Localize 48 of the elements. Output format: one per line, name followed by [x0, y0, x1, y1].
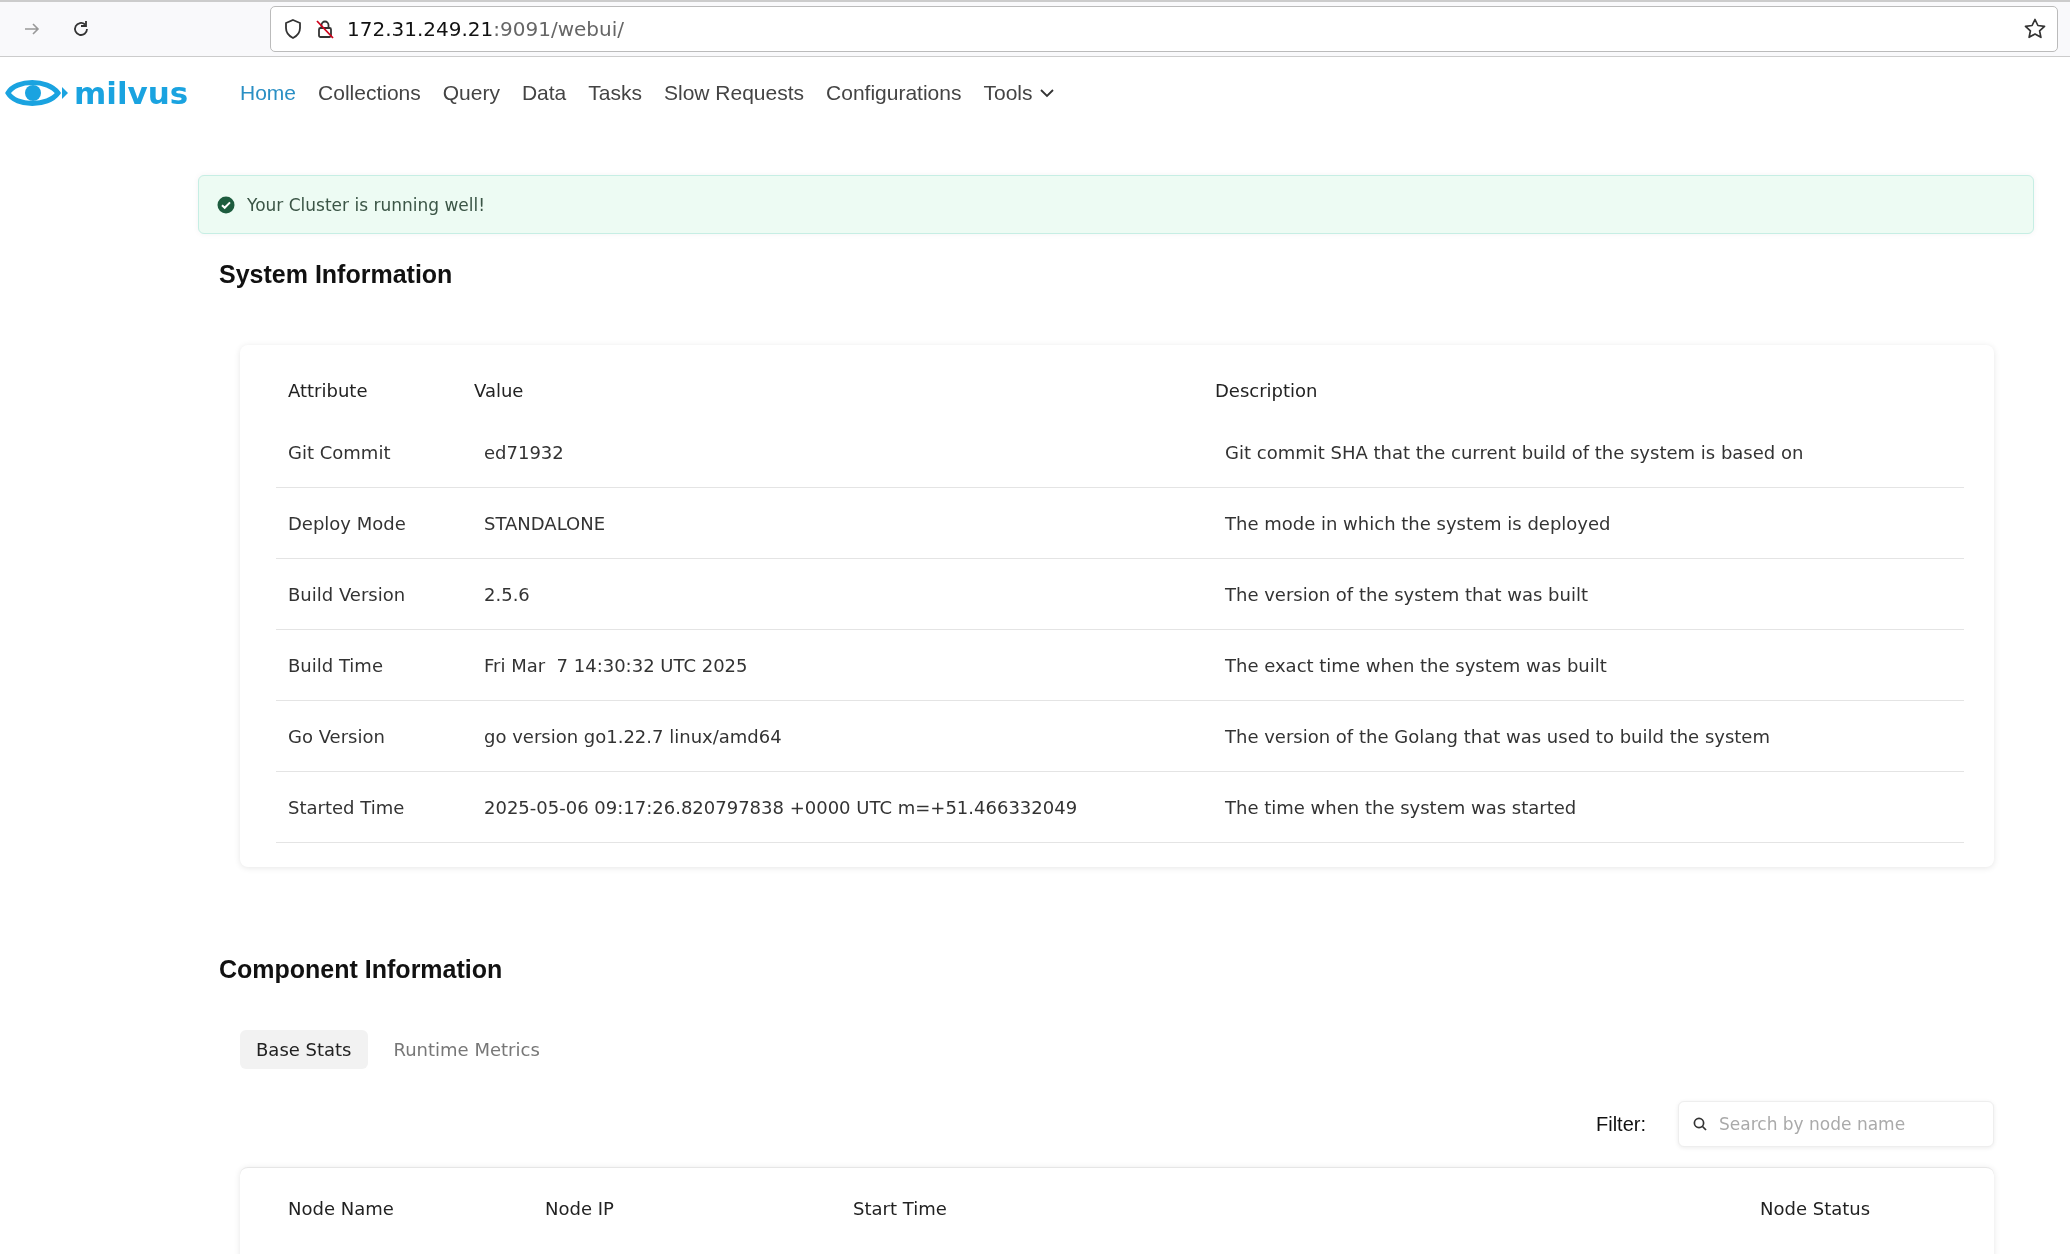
table-cell-text: Go Version [287, 725, 386, 747]
url-text: 172.31.249.21:9091/webui/ [347, 17, 625, 41]
filter-label: Filter: [1596, 1112, 1646, 1136]
nav-dropdown[interactable]: Tools [973, 75, 1065, 111]
table-cell-text: Fri Mar 7 14:30:32 UTC 2025 [483, 654, 749, 676]
section-title: Component Information [219, 955, 504, 984]
table-cell-text: Git Commit [287, 441, 392, 463]
column-header: Node Status [1759, 1197, 1872, 1219]
tab[interactable]: Base Stats [240, 1030, 368, 1069]
section-title: System Information [219, 260, 454, 289]
search-field[interactable]: Search by node name [1678, 1101, 1994, 1147]
column-header: Start Time [852, 1197, 948, 1219]
nav-link[interactable]: Tasks [578, 75, 652, 111]
nav-link[interactable]: Home [230, 75, 307, 111]
table-cell-text: The exact time when the system was built [1224, 654, 1608, 676]
table-cell-text: Deploy Mode [287, 512, 407, 534]
nav-link[interactable]: Query [432, 75, 510, 111]
table-cell-text: Started Time [287, 796, 406, 818]
table-cell-text: 2.5.6 [483, 583, 531, 605]
column-header: Node IP [544, 1197, 615, 1219]
shield-icon [283, 18, 303, 40]
table-cell-text: STANDALONE [483, 512, 607, 534]
table-cell-text: go version go1.22.7 linux/amd64 [483, 725, 783, 747]
nav-link[interactable]: Data [511, 75, 577, 111]
nav-link[interactable]: Collections [308, 75, 431, 111]
alert-message: Your Cluster is running well! [247, 194, 486, 215]
nav-link[interactable]: Slow Requests [654, 75, 815, 111]
column-header: Value [473, 379, 525, 401]
table-cell-text: 2025-05-06 09:17:26.820797838 +0000 UTC m=+51.466332049 [483, 796, 1079, 818]
table-cell-text: The mode in which the system is deployed [1224, 512, 1612, 534]
table-cell-text: Build Time [287, 654, 384, 676]
table-cell-text: Build Version [287, 583, 407, 605]
column-header: Node Name [287, 1197, 395, 1219]
tab[interactable]: Runtime Metrics [377, 1030, 556, 1069]
star-icon[interactable] [2023, 17, 2047, 41]
search-icon [1692, 1116, 1708, 1132]
table-cell-text: The version of the system that was built [1224, 583, 1589, 605]
table-cell-text: Git commit SHA that the current build of the system is based on [1224, 441, 1805, 463]
chevron-down-icon [1038, 88, 1055, 98]
nav-link[interactable]: Configurations [816, 75, 972, 111]
table-cell-text: The version of the Golang that was used to build the system [1224, 725, 1771, 747]
address-bar[interactable]: 172.31.249.21:9091/webui/ [270, 6, 2058, 52]
table-cell-text: The time when the system was started [1224, 796, 1578, 818]
check-circle-icon [217, 195, 235, 214]
column-header: Description [1214, 379, 1319, 401]
table-cell-text: ed71932 [483, 441, 565, 463]
column-header: Attribute [287, 379, 369, 401]
insecure-lock-icon [315, 18, 335, 40]
